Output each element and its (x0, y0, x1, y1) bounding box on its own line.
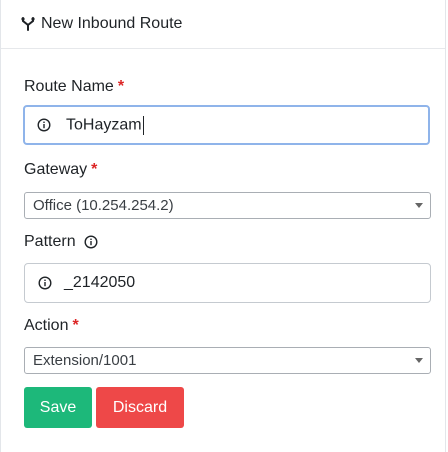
text-caret (142, 115, 144, 135)
action-label-text: Action (24, 317, 69, 334)
pattern-value: _2142050 (64, 274, 136, 291)
route-name-value: ToHayzam (66, 115, 144, 135)
info-icon[interactable] (84, 235, 98, 249)
pattern-input[interactable]: _2142050 (24, 263, 431, 303)
action-selected: Extension/1001 (33, 352, 137, 369)
route-icon (21, 17, 35, 31)
gateway-label-text: Gateway (24, 161, 88, 178)
gateway-label: Gateway * (24, 160, 97, 180)
required-mark: * (117, 78, 125, 95)
action-select[interactable]: Extension/1001 (24, 347, 431, 374)
info-icon (37, 118, 51, 132)
panel-header: New Inbound Route (1, 0, 445, 49)
required-mark: * (91, 161, 98, 178)
info-icon (38, 276, 52, 290)
route-name-label-text: Route Name (24, 78, 114, 95)
pattern-label: Pattern (24, 232, 98, 252)
gateway-select[interactable]: Office (10.254.254.2) (24, 192, 431, 219)
gateway-selected: Office (10.254.254.2) (33, 197, 174, 214)
inbound-route-panel: New Inbound Route Route Name * ToHayzam … (0, 0, 446, 452)
dropdown-arrow-icon (415, 358, 423, 363)
required-mark: * (72, 317, 79, 334)
save-button[interactable]: Save (24, 387, 92, 428)
pattern-label-text: Pattern (24, 233, 76, 250)
page-title: New Inbound Route (41, 15, 183, 32)
route-name-input[interactable]: ToHayzam (23, 105, 430, 145)
action-label: Action * (24, 316, 79, 336)
route-name-label: Route Name * (24, 77, 124, 97)
dropdown-arrow-icon (415, 203, 423, 208)
discard-button[interactable]: Discard (96, 387, 184, 428)
